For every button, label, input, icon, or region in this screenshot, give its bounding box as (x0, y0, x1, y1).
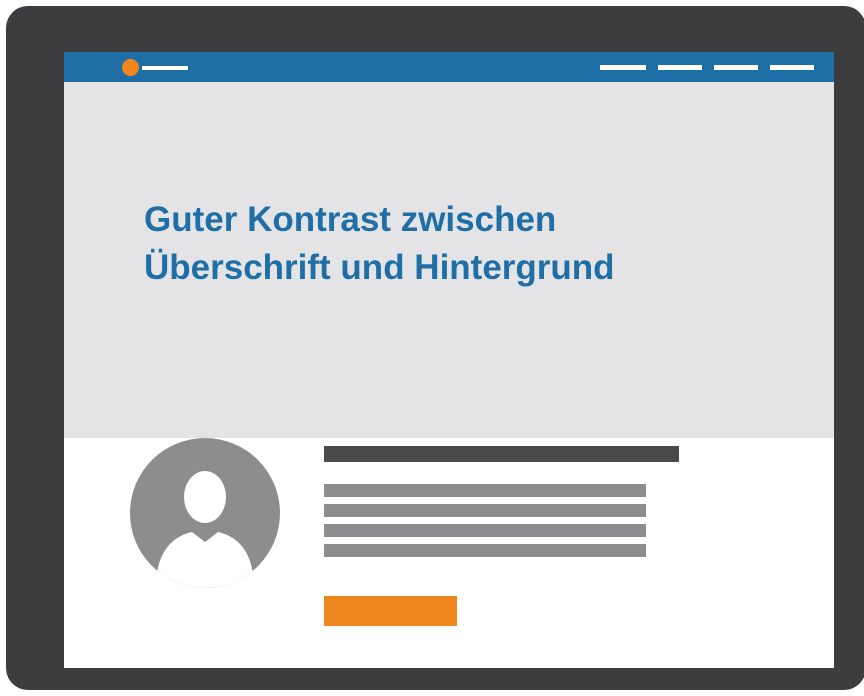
screen: Guter Kontrast zwischen Überschrift und … (64, 52, 834, 668)
hero-headline: Guter Kontrast zwischen Überschrift und … (144, 196, 615, 292)
person-silhouette-icon (156, 471, 254, 588)
nav-item-3[interactable] (714, 65, 758, 70)
user-avatar-icon (130, 438, 280, 588)
content-title-placeholder (324, 446, 679, 462)
cta-button[interactable] (324, 596, 457, 626)
text-line-placeholder-3 (324, 524, 646, 537)
logo-wordmark[interactable] (142, 66, 188, 70)
text-line-placeholder-4 (324, 544, 646, 557)
nav-item-1[interactable] (600, 65, 646, 70)
logo-dot-icon[interactable] (122, 59, 139, 76)
text-line-placeholder-1 (324, 484, 646, 497)
header-bar (64, 52, 834, 82)
nav-item-2[interactable] (658, 65, 702, 70)
nav-item-4[interactable] (770, 65, 814, 70)
text-line-placeholder-2 (324, 504, 646, 517)
tablet-frame: Guter Kontrast zwischen Überschrift und … (6, 6, 864, 690)
hero-headline-line-1: Guter Kontrast zwischen (144, 200, 557, 239)
hero-headline-line-2: Überschrift und Hintergrund (144, 248, 615, 287)
